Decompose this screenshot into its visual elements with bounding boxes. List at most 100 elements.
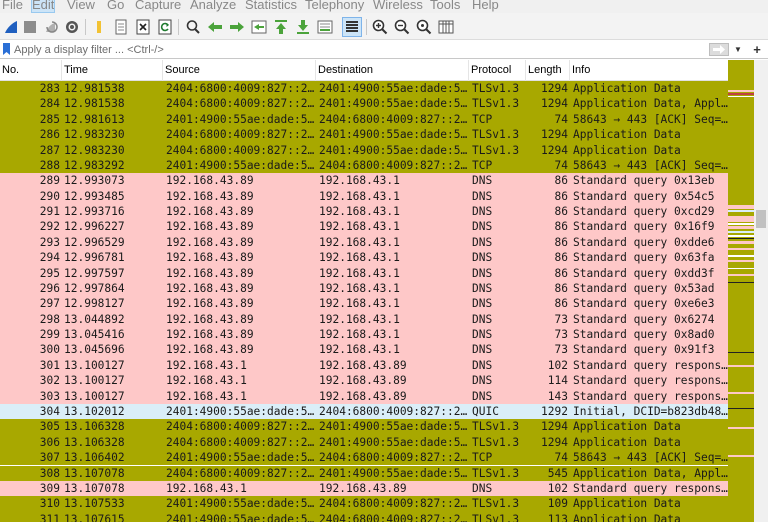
packet-row[interactable]: 294 12.996781 192.168.43.89 192.168.43.1 DNS… [0, 250, 728, 266]
packet-protocol: TLSv1.3 [472, 512, 520, 522]
autoscroll-icon[interactable] [316, 18, 334, 36]
packet-row[interactable]: 302 13.100127 192.168.43.1 192.168.43.89 DNS… [0, 373, 728, 389]
packet-number: 297 [39, 297, 60, 311]
packet-number: 283 [39, 82, 60, 95]
packet-row[interactable]: 292 12.996227 192.168.43.89 192.168.43.1 DNS… [0, 219, 728, 235]
packet-info: Standard query 0x54c5 [573, 189, 715, 203]
packet-length: 74 [554, 451, 568, 465]
packet-number: 291 [39, 205, 60, 219]
packet-source: 2404:6800:4009:827::2… [166, 420, 315, 434]
packet-time: 12.996227 [64, 220, 125, 234]
packet-minimap[interactable] [728, 60, 754, 522]
packet-row[interactable]: 303 13.100127 192.168.43.1 192.168.43.89 DNS… [0, 388, 728, 404]
first-packet-icon[interactable] [272, 18, 290, 36]
packet-length: 545 [547, 466, 568, 480]
restart-icon[interactable] [42, 18, 60, 36]
packet-info: Standard query respons… [573, 374, 728, 388]
packet-time: 12.981538 [64, 82, 125, 95]
packet-row[interactable]: 305 13.106328 2404:6800:4009:827::2… 2401:4… [0, 419, 728, 435]
packet-row[interactable]: 283 12.981538 2404:6800:4009:827::2… 2401:4… [0, 81, 728, 97]
packet-row[interactable]: 300 13.045696 192.168.43.89 192.168.43.1 DNS… [0, 342, 728, 358]
column-header-length[interactable]: Length [526, 60, 570, 81]
packet-row[interactable]: 299 13.045416 192.168.43.89 192.168.43.1 DNS… [0, 327, 728, 343]
menu-analyze[interactable]: Analyze [190, 0, 236, 12]
back-arrow-icon[interactable] [206, 18, 224, 36]
stop-icon[interactable] [21, 18, 39, 36]
go-to-packet-icon[interactable] [250, 18, 268, 36]
colorize-icon[interactable] [342, 17, 362, 37]
close-file-icon[interactable] [134, 18, 152, 36]
packet-number: 294 [39, 251, 60, 265]
packet-number: 287 [39, 143, 60, 157]
menu-statistics[interactable]: Statistics [245, 0, 297, 12]
packet-source: 192.168.43.89 [166, 266, 254, 280]
resize-columns-icon[interactable] [437, 18, 455, 36]
add-filter-button[interactable]: + [750, 41, 764, 57]
menu-edit[interactable]: Edit [30, 0, 56, 13]
packet-time: 13.107533 [64, 497, 125, 511]
menu-wireless[interactable]: Wireless [373, 0, 423, 12]
packet-row[interactable]: 287 12.983230 2404:6800:4009:827::2… 2401:4… [0, 142, 728, 158]
menu-help[interactable]: Help [472, 0, 499, 12]
packet-row[interactable]: 290 12.993485 192.168.43.89 192.168.43.1 DNS… [0, 188, 728, 205]
packet-row[interactable]: 289 12.993073 192.168.43.89 192.168.43.1 DNS… [0, 173, 728, 189]
filter-history-dropdown[interactable]: ▼ [733, 43, 743, 56]
packet-number: 285 [39, 112, 60, 126]
packet-row[interactable]: 295 12.997597 192.168.43.89 192.168.43.1 DNS… [0, 265, 728, 281]
packet-row[interactable]: 284 12.981538 2404:6800:4009:827::2… 2401:4… [0, 96, 728, 112]
packet-protocol: DNS [472, 328, 493, 342]
column-header-destination[interactable]: Destination [316, 60, 469, 81]
menu-capture[interactable]: Capture [135, 0, 181, 12]
column-header-time[interactable]: Time [62, 60, 163, 81]
menu-view[interactable]: View [67, 0, 95, 12]
packet-destination: 192.168.43.1 [319, 328, 400, 342]
packet-time: 12.996781 [64, 251, 125, 265]
menu-file[interactable]: File [2, 0, 23, 12]
vertical-scrollbar[interactable] [754, 60, 768, 522]
open-folder-icon[interactable] [90, 18, 108, 36]
packet-row[interactable]: 296 12.997864 192.168.43.89 192.168.43.1 DNS… [0, 280, 728, 297]
packet-info: Initial, DCID=b823db48… [573, 404, 728, 418]
normal-size-icon[interactable] [415, 18, 433, 36]
packet-row[interactable]: 301 13.100127 192.168.43.1 192.168.43.89 DNS… [0, 357, 728, 374]
save-file-icon[interactable] [112, 18, 130, 36]
packet-row[interactable]: 291 12.993716 192.168.43.89 192.168.43.1 DNS… [0, 204, 728, 220]
packet-row[interactable]: 286 12.983230 2404:6800:4009:827::2… 2401:4… [0, 127, 728, 143]
packet-row[interactable]: 311 13.107615 2401:4900:55ae:dade:5… 2404:6… [0, 511, 728, 522]
packet-row[interactable]: 297 12.998127 192.168.43.89 192.168.43.1 DNS… [0, 296, 728, 312]
packet-protocol: DNS [472, 174, 493, 188]
menu-telephony[interactable]: Telephony [305, 0, 364, 12]
scrollbar-thumb[interactable] [756, 210, 766, 228]
column-header-protocol[interactable]: Protocol [469, 60, 526, 81]
packet-number: 308 [39, 466, 60, 480]
find-icon[interactable] [184, 18, 202, 36]
packet-row[interactable]: 307 13.106402 2401:4900:55ae:dade:5… 2404:6… [0, 450, 728, 466]
zoom-in-icon[interactable] [371, 18, 389, 36]
column-header-info[interactable]: Info [570, 60, 728, 81]
menu-tools[interactable]: Tools [430, 0, 460, 12]
zoom-out-icon[interactable] [393, 18, 411, 36]
menu-go[interactable]: Go [107, 0, 124, 12]
packet-row[interactable]: 288 12.983292 2401:4900:55ae:dade:5… 2404:6… [0, 157, 728, 174]
forward-arrow-icon[interactable] [228, 18, 246, 36]
packet-row[interactable]: 304 13.102012 2401:4900:55ae:dade:5… 2404:6… [0, 403, 728, 420]
display-filter-input[interactable] [13, 41, 707, 58]
packet-row[interactable]: 298 13.044892 192.168.43.89 192.168.43.1 DNS… [0, 311, 728, 328]
packet-row[interactable]: 285 12.981613 2401:4900:55ae:dade:5… 2404:6… [0, 111, 728, 128]
packet-row[interactable]: 310 13.107533 2401:4900:55ae:dade:5… 2404:6… [0, 496, 728, 512]
last-packet-icon[interactable] [294, 18, 312, 36]
shark-fin-icon[interactable] [2, 18, 20, 36]
column-header-source[interactable]: Source [163, 60, 316, 81]
packet-row[interactable]: 293 12.996529 192.168.43.89 192.168.43.1 DNS… [0, 234, 728, 251]
reload-icon[interactable] [156, 18, 174, 36]
column-header-no[interactable]: No. [0, 60, 62, 81]
packet-number: 296 [39, 281, 60, 295]
bookmark-icon[interactable] [2, 42, 11, 56]
packet-row[interactable]: 309 13.107078 192.168.43.1 192.168.43.89 DNS… [0, 480, 728, 497]
packet-row[interactable]: 308 13.107078 2404:6800:4009:827::2… 2401:4… [0, 465, 728, 481]
chevron-down-icon: ▼ [734, 45, 742, 54]
options-gear-icon[interactable] [63, 18, 81, 36]
packet-protocol: DNS [472, 235, 493, 249]
apply-filter-button[interactable] [709, 43, 729, 56]
packet-row[interactable]: 306 13.106328 2404:6800:4009:827::2… 2401:4… [0, 434, 728, 451]
